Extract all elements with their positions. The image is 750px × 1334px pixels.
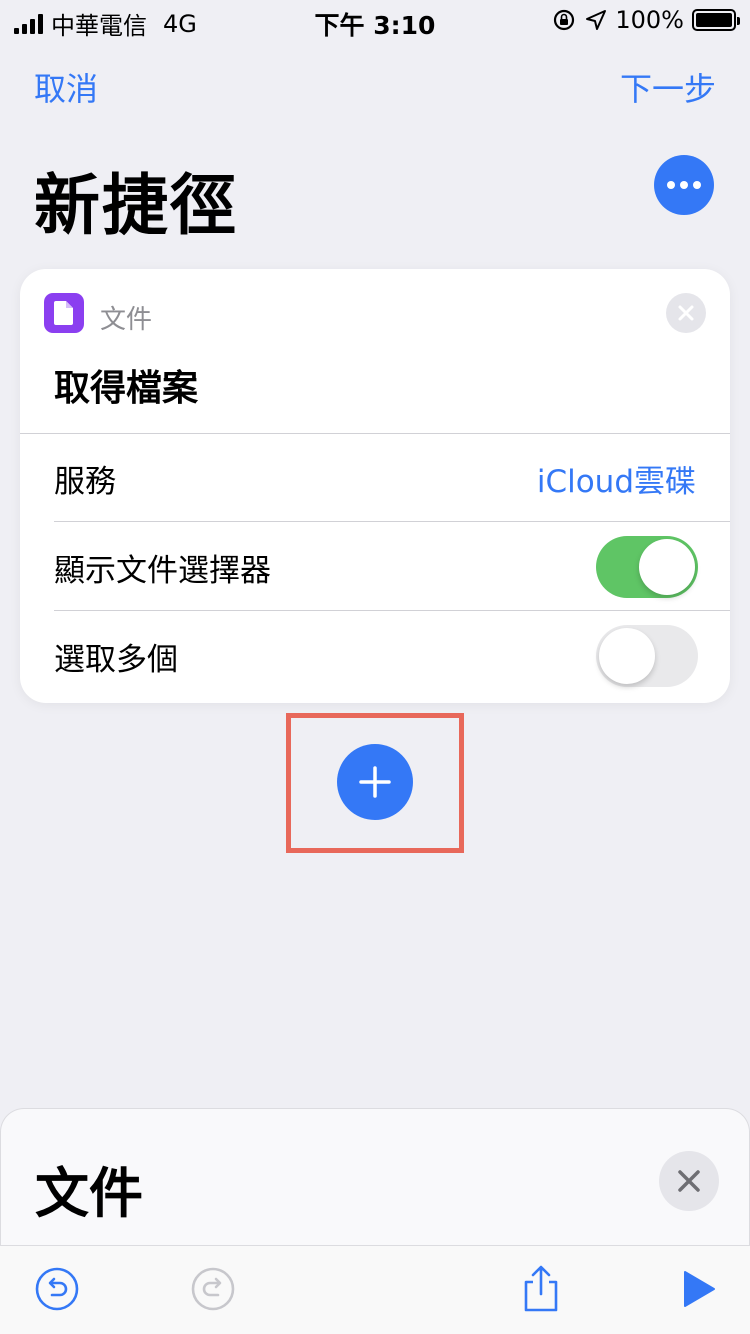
action-title: 取得檔案 bbox=[54, 368, 199, 409]
service-value[interactable]: iCloud雲碟 bbox=[537, 456, 696, 501]
actions-sheet: 文件 bbox=[0, 1108, 750, 1248]
remove-action-button[interactable] bbox=[666, 293, 706, 333]
action-card: 文件 取得檔案 服務 iCloud雲碟 顯示文件選擇器 選取多個 bbox=[20, 269, 730, 703]
status-bar: 中華電信 4G 下午 3:10 100% bbox=[0, 0, 750, 40]
show-picker-row: 顯示文件選擇器 bbox=[54, 523, 730, 611]
ellipsis-icon bbox=[667, 181, 675, 189]
share-icon bbox=[524, 1265, 558, 1312]
redo-button[interactable] bbox=[188, 1264, 238, 1314]
document-icon bbox=[44, 293, 84, 333]
select-multiple-label: 選取多個 bbox=[54, 641, 178, 678]
sheet-close-button[interactable] bbox=[659, 1151, 719, 1211]
run-button[interactable] bbox=[672, 1264, 722, 1314]
close-icon bbox=[678, 1170, 700, 1192]
card-app-name: 文件 bbox=[100, 305, 153, 335]
battery-percent: 100% bbox=[615, 6, 684, 34]
battery-icon bbox=[692, 9, 740, 31]
service-label: 服務 bbox=[54, 463, 116, 500]
sheet-title: 文件 bbox=[35, 1162, 143, 1225]
show-picker-toggle[interactable] bbox=[596, 536, 698, 598]
service-row[interactable]: 服務 iCloud雲碟 bbox=[54, 434, 730, 522]
plus-icon bbox=[359, 766, 391, 798]
close-icon bbox=[678, 305, 694, 321]
page-title: 新捷徑 bbox=[34, 167, 238, 244]
rotation-lock-icon bbox=[554, 9, 575, 31]
row-divider bbox=[54, 610, 730, 611]
location-icon bbox=[586, 10, 607, 30]
add-action-button[interactable] bbox=[337, 744, 413, 820]
play-icon bbox=[684, 1271, 715, 1307]
next-button[interactable]: 下一步 bbox=[620, 64, 716, 110]
share-button[interactable] bbox=[516, 1264, 566, 1314]
row-divider bbox=[54, 521, 730, 522]
select-multiple-toggle[interactable] bbox=[596, 625, 698, 687]
more-button[interactable] bbox=[654, 155, 714, 215]
bottom-toolbar bbox=[0, 1245, 750, 1334]
status-right: 100% bbox=[551, 6, 740, 34]
cancel-button[interactable]: 取消 bbox=[34, 64, 98, 110]
show-picker-label: 顯示文件選擇器 bbox=[54, 552, 271, 589]
select-multiple-row: 選取多個 bbox=[54, 612, 730, 700]
undo-icon bbox=[35, 1267, 79, 1311]
redo-icon bbox=[191, 1267, 235, 1311]
undo-button[interactable] bbox=[32, 1264, 82, 1314]
